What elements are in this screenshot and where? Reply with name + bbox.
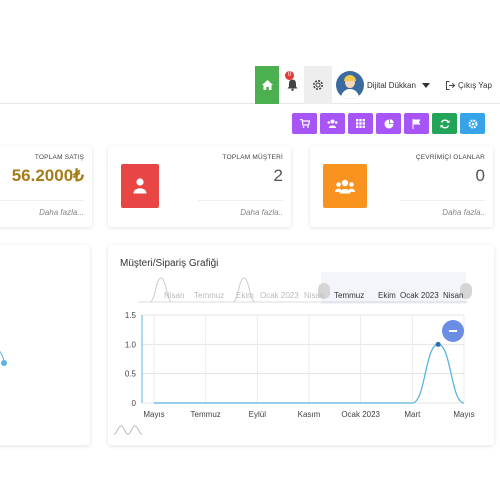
x-tick-label: Mart bbox=[404, 410, 421, 419]
customers-icon-box bbox=[121, 164, 159, 208]
x-tick-label: Temmuz bbox=[191, 410, 221, 419]
user-icon bbox=[133, 178, 147, 194]
x-tick-label: Mayıs bbox=[453, 410, 474, 419]
gear-icon bbox=[313, 80, 323, 90]
users-icon bbox=[335, 179, 355, 193]
stat-label: ÇEVRİMİÇİ OLANLAR bbox=[415, 154, 485, 161]
y-tick-label: 0 bbox=[132, 399, 137, 408]
stat-card-sales: TOPLAM SATIŞ 56.2000₺ Daha fazla... bbox=[0, 146, 92, 227]
flag-button[interactable] bbox=[404, 113, 429, 134]
logout-button[interactable]: Çıkış Yap bbox=[446, 66, 492, 104]
pie-chart-icon bbox=[384, 118, 394, 128]
user-name: Dijital Dükkan bbox=[367, 80, 416, 90]
x-tick-label: Eylül bbox=[249, 410, 267, 419]
stat-label: TOPLAM MÜŞTERİ bbox=[222, 154, 283, 161]
y-tick-label: 1.0 bbox=[125, 340, 137, 349]
divider bbox=[198, 200, 283, 201]
x-tick-label: Mayıs bbox=[143, 410, 164, 419]
settings-button[interactable] bbox=[304, 66, 332, 104]
stat-value: 56.2000₺ bbox=[11, 166, 84, 185]
dashboard-page: 0 Dijital Dükkan Çıkış Yap TOPLAM SATIŞ … bbox=[0, 0, 500, 500]
settings-toolbar-button[interactable] bbox=[460, 113, 485, 134]
reports-button[interactable] bbox=[376, 113, 401, 134]
stat-label: TOPLAM SATIŞ bbox=[34, 154, 84, 161]
refresh-icon bbox=[440, 119, 449, 128]
main-chart: 0 0.5 1.0 1.5 Mayıs Temmuz Eylül Kasım Ocak 2023… bbox=[125, 311, 475, 419]
home-button[interactable] bbox=[255, 66, 279, 104]
quick-actions-toolbar bbox=[292, 113, 488, 134]
notifications-button[interactable]: 0 bbox=[281, 66, 303, 104]
left-panel bbox=[0, 245, 90, 445]
x-tick-label: Kasım bbox=[298, 410, 321, 419]
home-icon bbox=[261, 80, 273, 90]
gear-icon bbox=[468, 119, 477, 128]
data-point bbox=[435, 341, 441, 347]
top-navbar: 0 Dijital Dükkan Çıkış Yap bbox=[0, 66, 500, 104]
stat-card-online: ÇEVRİMİÇİ OLANLAR 0 Daha fazla.. bbox=[310, 146, 493, 227]
notification-badge: 0 bbox=[285, 71, 294, 80]
bell-icon bbox=[287, 79, 297, 91]
y-tick-label: 0.5 bbox=[125, 370, 137, 379]
y-tick-label: 1.5 bbox=[125, 311, 137, 320]
user-menu[interactable]: Dijital Dükkan bbox=[336, 69, 430, 101]
logout-icon bbox=[446, 80, 455, 90]
orders-button[interactable] bbox=[292, 113, 317, 134]
users-icon bbox=[327, 119, 338, 128]
caret-down-icon bbox=[421, 82, 430, 88]
zoom-out-button[interactable] bbox=[442, 320, 464, 342]
divider bbox=[0, 200, 84, 201]
flag-icon bbox=[412, 118, 421, 129]
x-tick-label: Ocak 2023 bbox=[341, 410, 380, 419]
avatar bbox=[336, 71, 364, 99]
products-grid-button[interactable] bbox=[348, 113, 373, 134]
more-link[interactable]: Daha fazla.. bbox=[442, 208, 485, 217]
chart-panel: Müşteri/Sipariş Grafiği Nisan Temmuz Eki… bbox=[108, 245, 494, 445]
stat-value: 2 bbox=[273, 166, 283, 185]
left-panel-graphic bbox=[0, 350, 7, 366]
panel-footer-sketch bbox=[113, 425, 143, 435]
logout-label: Çıkış Yap bbox=[458, 80, 492, 90]
online-icon-box bbox=[323, 164, 367, 208]
grid-icon bbox=[356, 119, 365, 128]
stat-card-customers: TOPLAM MÜŞTERİ 2 Daha fazla.. bbox=[108, 146, 291, 227]
divider bbox=[400, 200, 485, 201]
more-link[interactable]: Daha fazla.. bbox=[240, 208, 283, 217]
minus-icon bbox=[449, 330, 457, 332]
customers-button[interactable] bbox=[320, 113, 345, 134]
cart-icon bbox=[299, 119, 310, 128]
stat-value: 0 bbox=[475, 166, 485, 185]
more-link[interactable]: Daha fazla... bbox=[39, 208, 84, 217]
refresh-button[interactable] bbox=[432, 113, 457, 134]
